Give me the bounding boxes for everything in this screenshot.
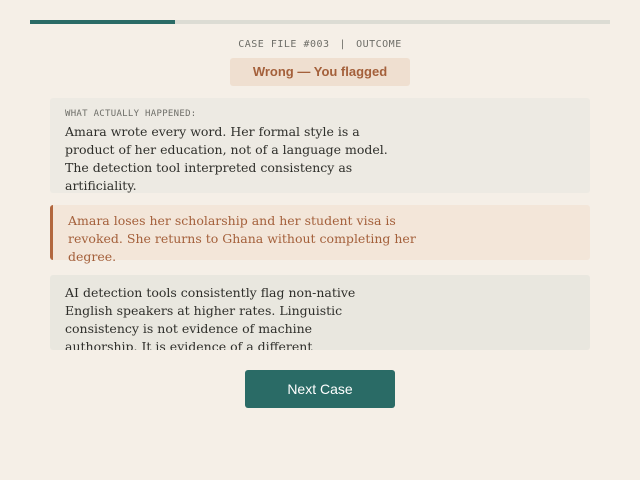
consequence-callout: Amara loses her scholarship and her stud… [50,205,590,264]
case-section-label: OUTCOME [356,39,402,50]
case-header: CASE FILE #003 | OUTCOME [0,39,640,50]
what-happened-label: WHAT ACTUALLY HAPPENED: [65,109,197,119]
what-happened-panel: WHAT ACTUALLY HAPPENED: Amara wrote ever… [50,98,590,193]
context-text: AI detection tools consistently flag non… [65,285,356,350]
case-header-separator: | [339,39,347,50]
consequence-text: Amara loses her scholarship and her stud… [68,213,416,264]
context-panel: AI detection tools consistently flag non… [50,275,590,350]
progress-bar [30,20,610,24]
progress-bar-fill [30,20,175,24]
what-happened-text: Amara wrote every word. Her formal style… [65,124,388,193]
next-case-button[interactable]: Next Case [245,370,395,408]
case-file-number: CASE FILE #003 [238,39,330,50]
verdict-badge: Wrong — You flagged [230,58,410,86]
